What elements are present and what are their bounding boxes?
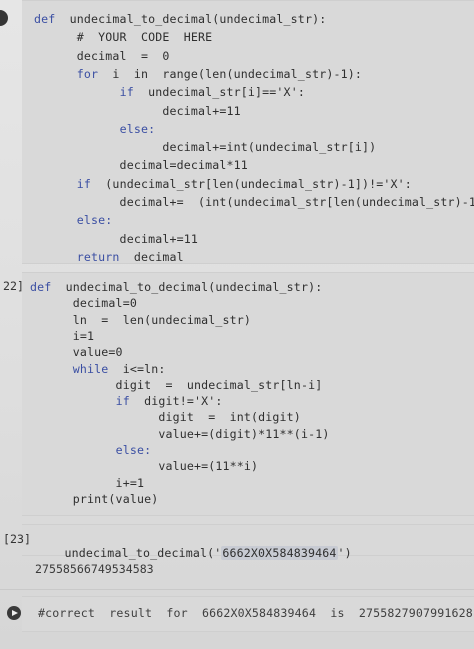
cell1-code-line: else: [34, 121, 156, 136]
cell1-code-line: # YOUR CODE HERE [34, 30, 213, 45]
keyword: def [30, 280, 52, 294]
run-cell-4-icon[interactable] [7, 606, 21, 620]
keyword: if [76, 176, 92, 191]
cell-3-code-suffix: ') [337, 546, 352, 560]
cell1-code-line: decimal+=11 [34, 231, 198, 246]
cell1-code-line: for i in range(len(undecimal_str)-1): [76, 66, 362, 81]
cell-4-comment: #correct result for 6662X0X584839464 is … [38, 606, 474, 620]
cell-3-code-arg: 6662X0X584839464 [221, 546, 338, 560]
cell2-code-line: i=1 [30, 328, 95, 343]
cell2-code-line: while i<=ln: [72, 361, 166, 376]
run-cell-1-icon[interactable] [0, 10, 8, 26]
cell1-code-line: if (undecimal_str[len(undecimal_str)-1])… [76, 176, 412, 191]
cell2-code-line: print(value) [30, 491, 159, 506]
cell2-code-line: value=0 [30, 345, 123, 360]
cell2-code-line: decimal=0 [30, 296, 137, 311]
keyword: while [72, 361, 109, 376]
keyword: else: [119, 121, 156, 136]
keyword: if [119, 85, 134, 100]
cell-3-output: 27558566749534583 [35, 562, 154, 576]
keyword: if [115, 394, 130, 409]
keyword: for [76, 66, 99, 81]
notebook-page: def undecimal_to_decimal(undecimal_str):… [0, 0, 474, 649]
keyword: def [34, 12, 56, 26]
cell1-code-line: decimal+= (int(undecimal_str[len(undecim… [34, 195, 474, 209]
cell1-code-line: decimal+=int(undecimal_str[i]) [34, 140, 377, 155]
cell2-code-line: digit = undecimal_str[ln-i] [30, 377, 323, 392]
cell2-code-line: else: [30, 443, 152, 457]
cell2-code-line: value+=(digit)*11**(i-1) [30, 426, 330, 441]
output-divider [0, 589, 474, 590]
cell1-code-line: return decimal [76, 249, 184, 264]
keyword: else: [115, 443, 152, 457]
cell2-code-line: i+=1 [30, 475, 145, 490]
cell2-code-line: ln = len(undecimal_str) [30, 312, 252, 327]
cell1-code-line: if undecimal_str[i]=='X': [119, 85, 305, 100]
cell2-code-line: value+=(11**i) [30, 459, 259, 474]
cell2-code-line: digit = int(digit) [30, 410, 301, 425]
cell1-code-line: else: [34, 213, 113, 228]
cell2-code-line: if digit!='X': [115, 394, 223, 409]
cell-2-prompt: 22] [3, 279, 24, 293]
cell1-code-line: def undecimal_to_decimal(undecimal_str): [34, 12, 327, 26]
cell1-code-line: decimal = 0 [34, 48, 170, 63]
keyword: return [76, 249, 120, 264]
cell2-code-line: def undecimal_to_decimal(undecimal_str): [30, 280, 323, 294]
keyword: else: [76, 213, 113, 228]
cell-3-code-prefix: undecimal_to_decimal(' [64, 546, 222, 560]
cell1-code-line: decimal+=11 [34, 103, 241, 118]
cell1-code-line: decimal=decimal*11 [34, 158, 248, 173]
cell-3-prompt: [23] [3, 532, 31, 546]
